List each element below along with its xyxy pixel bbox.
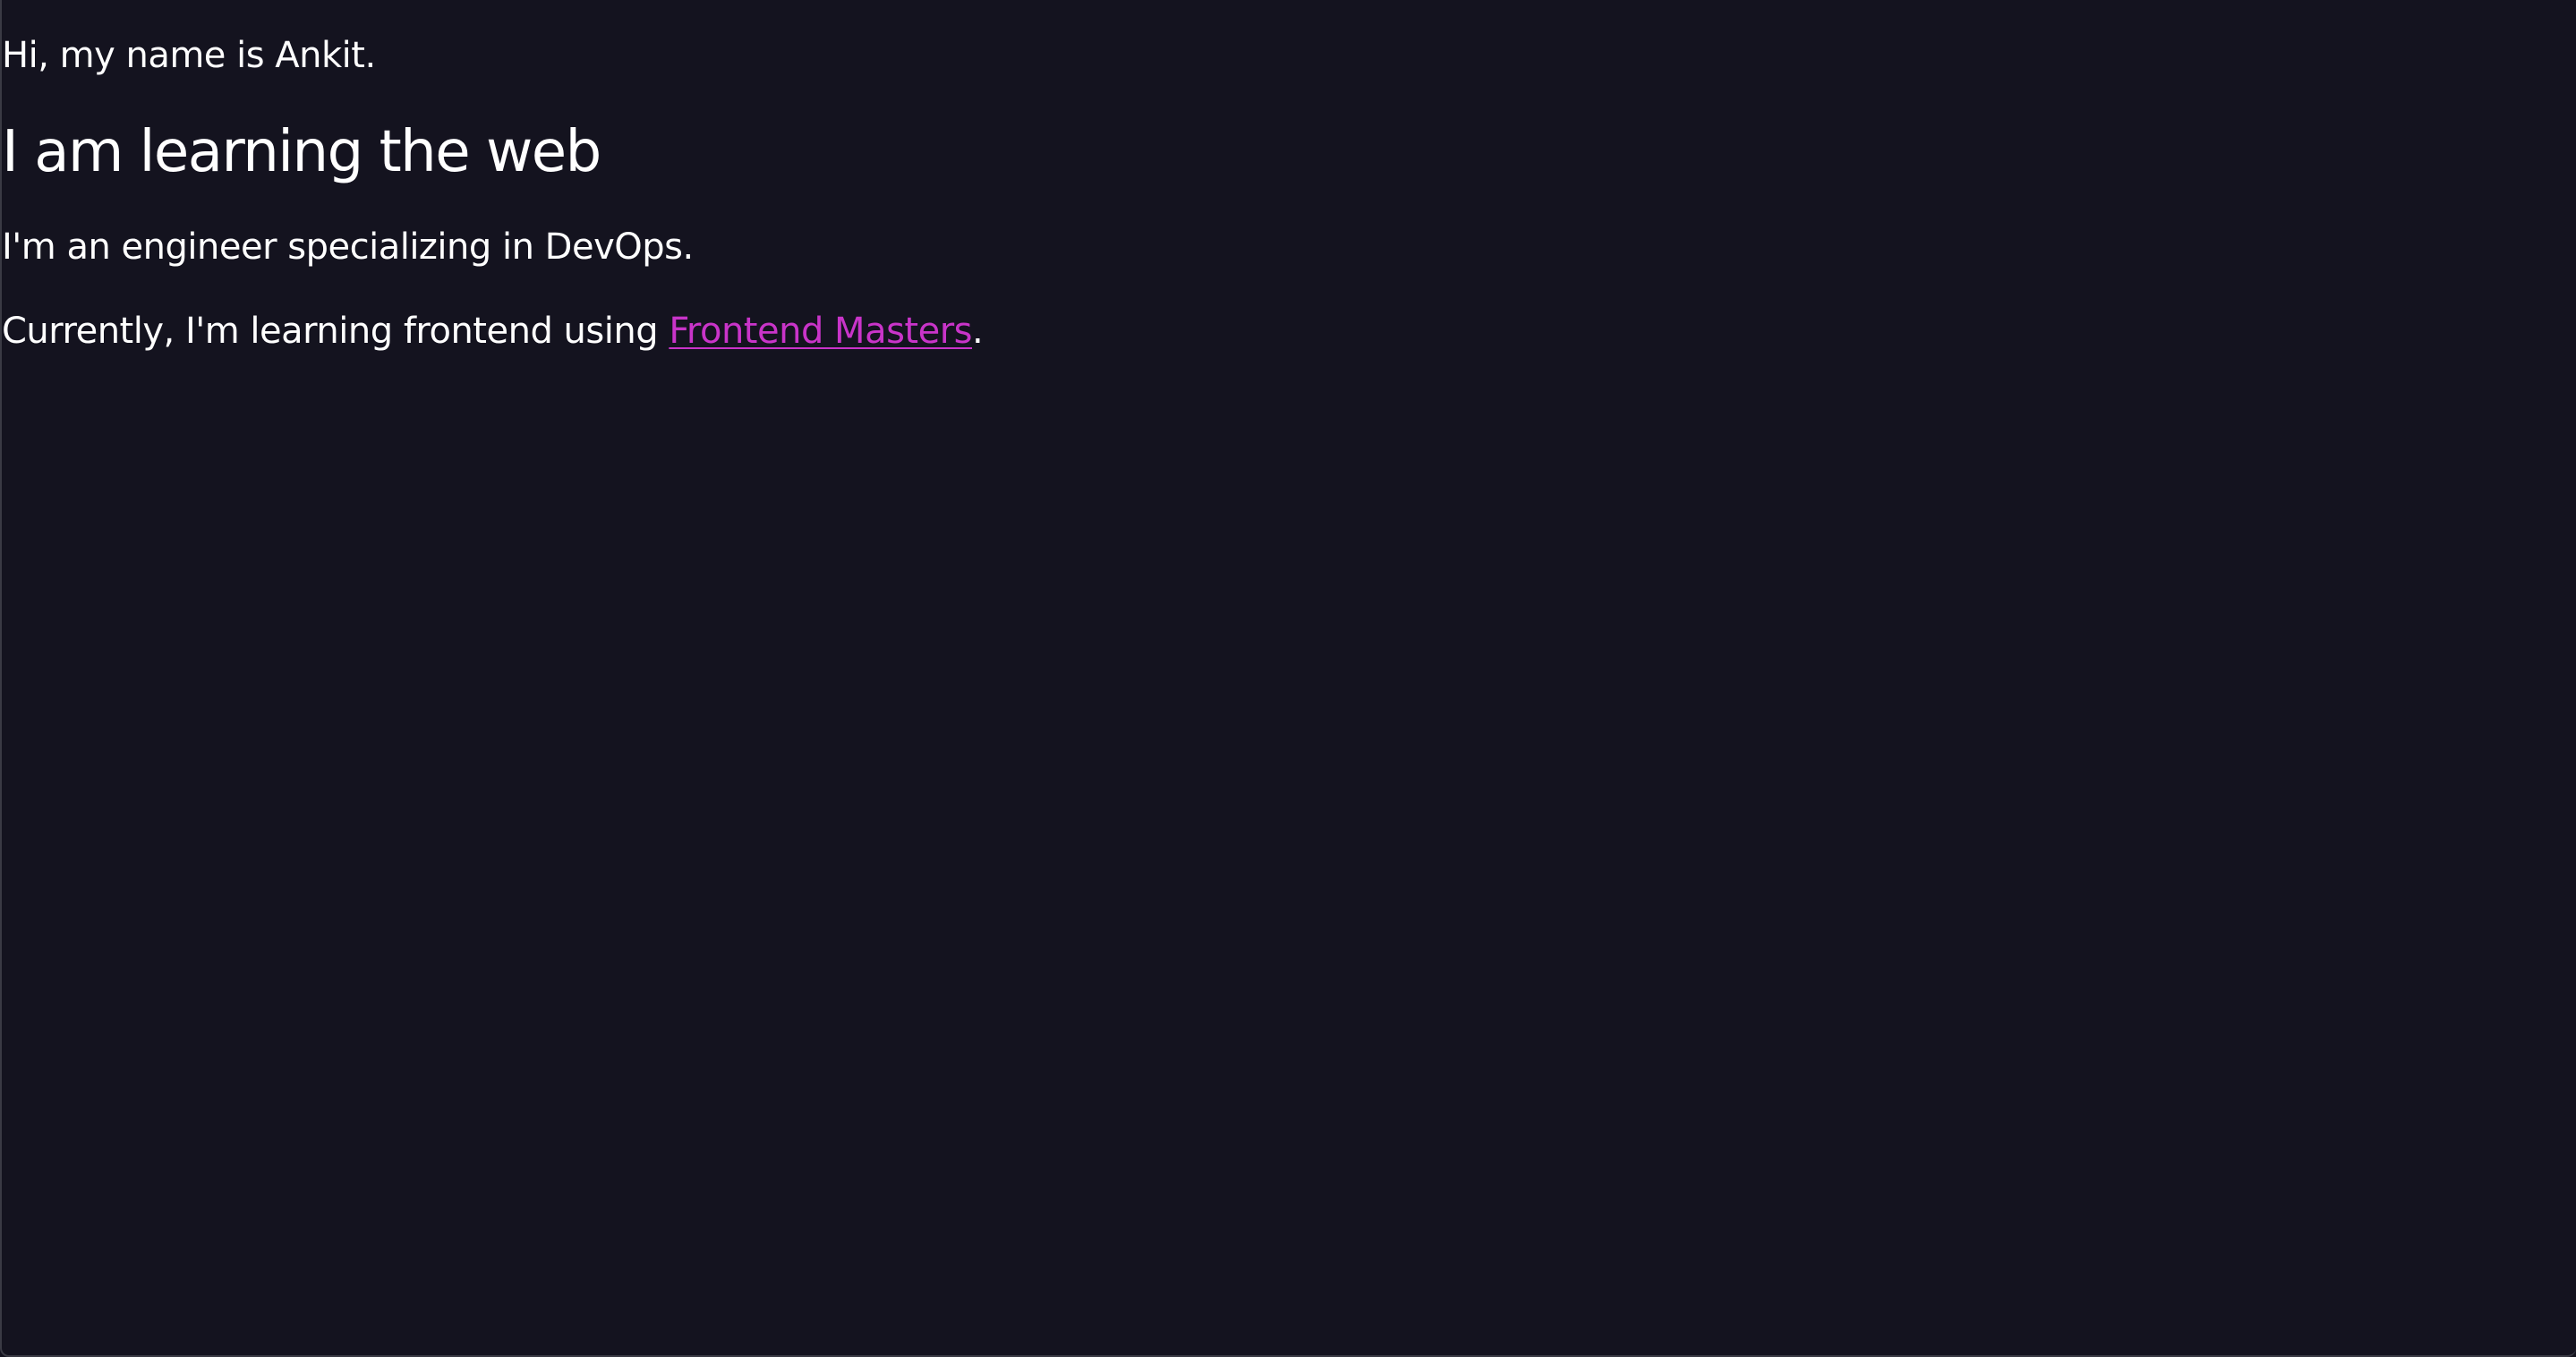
frontend-masters-link[interactable]: Frontend Masters — [669, 311, 972, 352]
learning-prefix: Currently, I'm learning frontend using — [2, 311, 670, 352]
learning-text: Currently, I'm learning frontend using F… — [2, 306, 984, 356]
role-text: I'm an engineer specializing in DevOps. — [2, 226, 694, 268]
page-viewport: Hi, my name is Ankit. I am learning the … — [0, 0, 2576, 1357]
page-title: I am learning the web — [2, 119, 601, 185]
learning-suffix: . — [972, 311, 984, 352]
greeting-text: Hi, my name is Ankit. — [2, 35, 376, 76]
